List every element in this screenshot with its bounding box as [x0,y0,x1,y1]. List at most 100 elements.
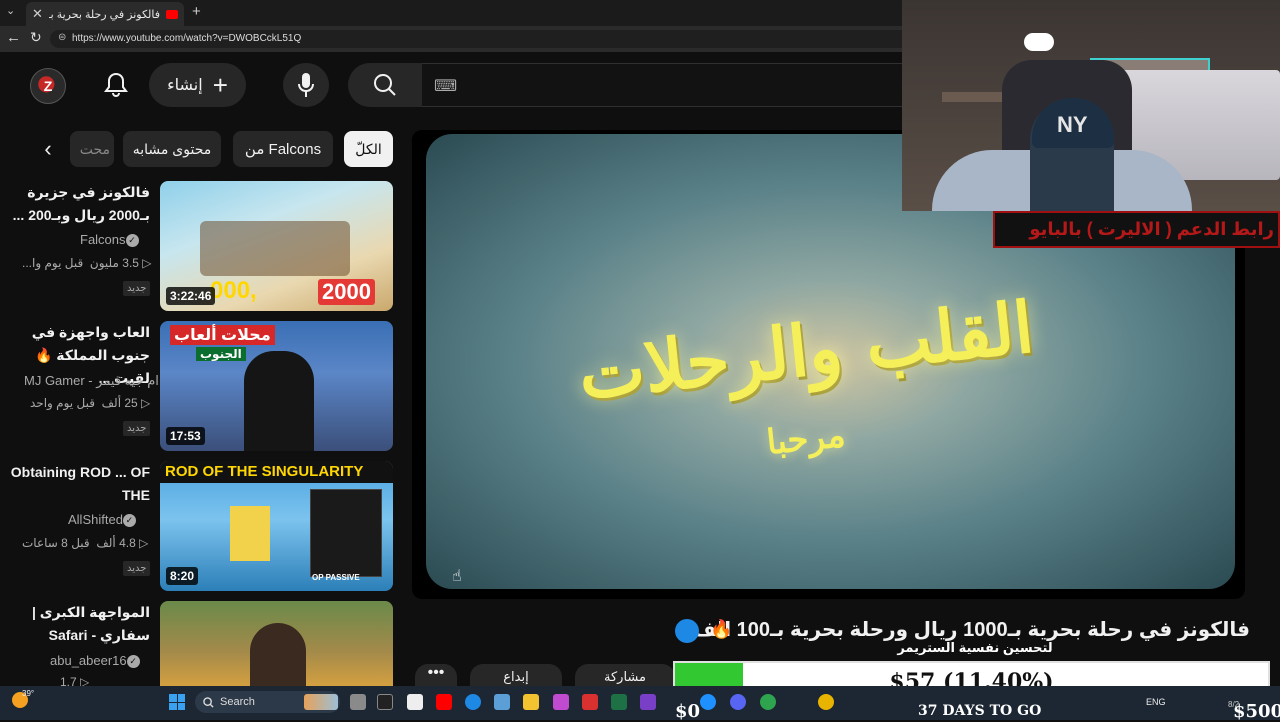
new-badge: جديد [123,561,151,576]
thumbnail-scene [200,221,350,276]
search-icon [203,696,214,708]
search-icon [374,74,396,96]
chip-related[interactable]: محتوى مشابه [123,131,221,167]
channel-name-text: AllShifted [68,512,123,527]
voice-search-button[interactable] [283,63,329,107]
tab-menu-icon[interactable]: ⌄ [6,4,15,17]
upload-age: قبل يوم وا... [22,256,84,270]
search-button[interactable] [348,63,422,107]
chevron-left-icon[interactable]: ‹ [30,131,66,167]
tab-title: فالكونز في رحلة بحرية بـ1000 ريال و [48,8,160,21]
copilot-icon[interactable] [553,694,569,710]
avatar[interactable]: Z [30,68,66,104]
goal-max-label: $500 [1233,701,1280,722]
clock-date[interactable]: 8/2 [1228,700,1239,709]
taskbar-search-label: Search [220,696,255,708]
thumbnail-price-left: 000, [210,277,257,304]
app-icon[interactable] [640,694,656,710]
tray-app-icon[interactable] [700,694,716,710]
duration-badge: 17:53 [166,427,205,445]
site-info-icon[interactable]: ⊜ [58,32,66,43]
microphone-icon [298,73,314,97]
video-logo-text: القلب والرحلات [574,285,1038,416]
video-title[interactable]: فالكونز في جزيرة بـ2000 ريال وبـ200 ... [10,181,150,227]
video-meta: ▷ 3.5 مليون قبل يوم وا... [22,256,152,270]
goal-min-label: $0 [675,701,701,722]
video-thumbnail[interactable] [160,601,393,686]
task-view-icon[interactable] [350,694,366,710]
channel-name[interactable]: AllShifted ✓ [68,512,138,528]
video-meta: ▷ 4.8 ألف قبل 8 ساعات [22,536,148,550]
thumbnail-card [310,489,382,577]
thumbnail-text-main: محلات ألعاب [170,325,275,345]
create-label: إنشاء [167,77,203,94]
windows-start-icon[interactable] [169,694,185,710]
channel-name-text: abu_abeer16 [50,653,127,668]
channel-name-text: Falcons [80,232,126,247]
back-arrow-icon[interactable]: ← [6,29,21,46]
url-text[interactable]: https://www.youtube.com/watch?v=DWOBCckL… [72,33,301,44]
channel-name[interactable]: abu_abeer16 ✓ [50,653,142,669]
youtube-favicon-icon [166,9,178,19]
browser-tab-active[interactable]: فالكونز في رحلة بحرية بـ1000 ريال و ✕ [26,2,184,26]
goal-days-left: 37 DAYS TO GO [918,703,1042,719]
file-explorer-icon[interactable] [523,694,539,710]
plus-icon: + [212,70,228,100]
tray-app-icon[interactable] [760,694,776,710]
verified-icon: ✓ [126,655,140,669]
capcut-icon[interactable] [407,694,423,710]
chip-all[interactable]: الكلّ [344,131,393,167]
thumbnail-character [230,506,270,561]
duration-badge: 3:22:46 [166,287,216,305]
excel-icon[interactable] [611,694,627,710]
tab-close-icon[interactable]: ✕ [32,6,43,22]
language-indicator[interactable]: ENG [1146,697,1166,707]
create-button[interactable]: إنشاء + [149,63,246,107]
thumbnail-text-sub: الجنوب [196,347,246,361]
search-input[interactable] [422,63,912,107]
view-count: 25 ألف [101,396,138,410]
bell-icon[interactable] [104,72,128,98]
emoji-face-icon [675,619,699,643]
mouse-pointer-icon: ☝ [452,568,462,585]
video-thumbnail[interactable]: ROD OF THE SINGULARITY OP PASSIVE 8:20 [160,461,393,591]
webcam-mask [1024,33,1054,51]
wps-icon[interactable] [582,694,598,710]
next-app-icon[interactable] [377,694,393,710]
fire-icon: 🔥 [710,619,733,639]
video-title-heading: فالكونز في رحلة بحرية بـ1000 ريال ورحلة … [680,619,1250,641]
verified-icon: ✓ [125,234,139,248]
support-banner: رابط الدعم ( الاليرت ) بالبايو [993,211,1280,248]
thumbnail-price-right: 2000 [318,279,375,305]
video-thumbnail[interactable]: محلات ألعاب الجنوب 17:53 [160,321,393,451]
channel-name[interactable]: MJ Gamer - ام جيه قيمر [24,373,159,389]
edge-icon[interactable] [465,694,481,710]
thumbnail-person [244,351,314,451]
chip-from-falcons[interactable]: من Falcons [233,131,333,167]
reload-icon[interactable]: ↻ [30,29,42,46]
chrome-icon[interactable] [818,694,834,710]
video-meta: ▷ 25 ألف قبل يوم واحد [30,396,150,410]
channel-name[interactable]: Falcons ✓ [80,232,141,248]
thumbnail-text-sub: OP PASSIVE [312,573,360,582]
new-badge: جديد [123,421,151,436]
discord-icon[interactable] [730,694,746,710]
duration-badge: 8:20 [166,567,199,585]
keyboard-icon[interactable]: ⌨ [434,76,457,96]
new-tab-button[interactable]: + [192,3,201,20]
play-icon: ▷ [137,396,151,410]
avatar-text: Z [43,78,53,94]
new-badge: جديد [123,281,151,296]
video-title[interactable]: المواجهة الكبرى | سفاري - Safari [10,601,150,647]
upload-age: قبل 8 ساعات [22,536,90,550]
video-logo-subtext: مرحبا [764,415,848,463]
store-icon[interactable] [494,694,510,710]
video-thumbnail[interactable]: 000, 2000 3:22:46 [160,181,393,311]
cap-logo: NY [1057,112,1088,137]
chip-partial[interactable]: محت [70,131,114,167]
play-icon: ▷ [135,536,149,550]
search-highlight-icon[interactable] [304,694,338,710]
upload-age: قبل يوم واحد [30,396,95,410]
video-title[interactable]: Obtaining ROD ... OF THE [10,461,150,507]
youtube-app-icon[interactable] [436,694,452,710]
